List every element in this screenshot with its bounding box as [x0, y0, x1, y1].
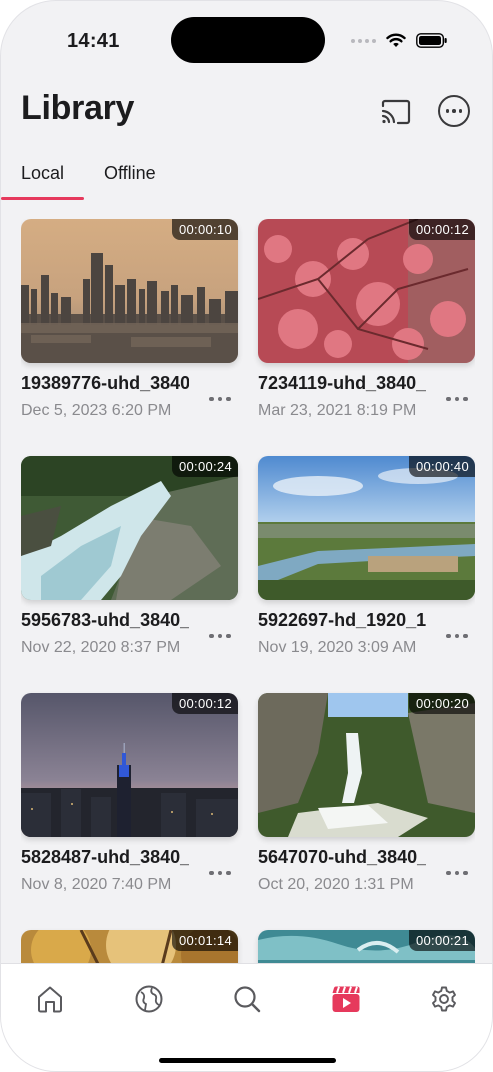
cellular-signal-icon	[351, 38, 376, 43]
ellipsis-icon	[445, 109, 450, 113]
duration-badge: 00:00:20	[408, 693, 475, 714]
home-icon	[38, 986, 62, 1013]
phone-screen: 14:41 Library Local Offline 00:00:10 193…	[0, 0, 493, 1072]
home-indicator	[159, 1058, 336, 1063]
duration-badge: 00:01:14	[171, 930, 238, 951]
video-thumbnail[interactable]: 00:00:20	[258, 693, 475, 837]
duration-badge: 00:00:21	[408, 930, 475, 951]
video-more-button[interactable]	[443, 627, 471, 645]
selected-tab-indicator	[1, 197, 84, 200]
bottom-tab-bar	[1, 963, 492, 1071]
video-date: Dec 5, 2023 6:20 PM	[21, 402, 172, 419]
video-title: 5647070-uhd_3840_2160	[258, 847, 426, 867]
video-thumbnail[interactable]: 00:00:12	[21, 693, 238, 837]
video-more-button[interactable]	[206, 390, 234, 408]
video-card[interactable]: 00:00:20 5647070-uhd_3840_2160 Oct 20, 2…	[258, 693, 475, 893]
video-thumbnail[interactable]: 00:00:10	[21, 219, 238, 363]
tab-bar-browse[interactable]	[132, 982, 166, 1016]
duration-badge: 00:00:10	[171, 219, 238, 240]
video-title: 5922697-hd_1920_1080	[258, 610, 426, 630]
video-title: 5956783-uhd_3840_2160	[21, 610, 189, 630]
video-date: Nov 8, 2020 7:40 PM	[21, 876, 172, 893]
video-card[interactable]: 00:00:21	[258, 930, 475, 963]
video-date: Nov 19, 2020 3:09 AM	[258, 639, 417, 656]
video-title: 5828487-uhd_3840_2160	[21, 847, 189, 867]
video-thumbnail[interactable]: 00:01:14	[21, 930, 238, 963]
battery-icon	[416, 33, 447, 48]
page-title: Library	[21, 89, 135, 127]
video-title: 7234119-uhd_3840_2160	[258, 373, 426, 393]
more-options-button[interactable]	[438, 95, 470, 127]
video-more-button[interactable]	[206, 627, 234, 645]
globe-icon	[135, 985, 163, 1013]
video-date: Oct 20, 2020 1:31 PM	[258, 876, 414, 893]
gear-icon	[432, 986, 456, 1012]
cast-icon	[381, 99, 411, 125]
cast-button[interactable]	[379, 97, 413, 127]
video-thumbnail[interactable]: 00:00:12	[258, 219, 475, 363]
segment-tabs: Local Offline	[1, 149, 492, 201]
video-card[interactable]: 00:00:40 5922697-hd_1920_1080 Nov 19, 20…	[258, 456, 475, 656]
duration-badge: 00:00:40	[408, 456, 475, 477]
tab-bar-search[interactable]	[230, 982, 264, 1016]
status-bar: 14:41	[1, 1, 492, 81]
video-card[interactable]: 00:01:14	[21, 930, 238, 963]
duration-badge: 00:00:12	[408, 219, 475, 240]
video-card[interactable]: 00:00:10 19389776-uhd_3840_2160 Dec 5, 2…	[21, 219, 238, 419]
video-card[interactable]: 00:00:12 5828487-uhd_3840_2160 Nov 8, 20…	[21, 693, 238, 893]
video-more-button[interactable]	[443, 864, 471, 882]
video-date: Nov 22, 2020 8:37 PM	[21, 639, 181, 656]
duration-badge: 00:00:24	[171, 456, 238, 477]
video-thumbnail[interactable]: 00:00:40	[258, 456, 475, 600]
duration-badge: 00:00:12	[171, 693, 238, 714]
tab-offline[interactable]: Offline	[104, 163, 156, 184]
video-title: 19389776-uhd_3840_2160	[21, 373, 189, 393]
video-card[interactable]: 00:00:12 7234119-uhd_3840_2160 Mar 23, 2…	[258, 219, 475, 419]
clapperboard-icon	[332, 986, 360, 1012]
status-icons	[351, 33, 448, 48]
video-more-button[interactable]	[443, 390, 471, 408]
video-date: Mar 23, 2021 8:19 PM	[258, 402, 417, 419]
video-thumbnail[interactable]: 00:00:24	[21, 456, 238, 600]
tab-local[interactable]: Local	[21, 163, 64, 184]
search-icon	[234, 986, 261, 1013]
tab-bar-library[interactable]	[329, 982, 363, 1016]
dynamic-island	[171, 17, 325, 63]
video-grid: 00:00:10 19389776-uhd_3840_2160 Dec 5, 2…	[21, 219, 475, 963]
video-more-button[interactable]	[206, 864, 234, 882]
video-thumbnail[interactable]: 00:00:21	[258, 930, 475, 963]
tab-bar-settings[interactable]	[427, 982, 461, 1016]
status-time: 14:41	[67, 30, 120, 52]
wifi-icon	[386, 33, 406, 47]
tab-bar-home[interactable]	[33, 982, 67, 1016]
video-card[interactable]: 00:00:24 5956783-uhd_3840_2160 Nov 22, 2…	[21, 456, 238, 656]
